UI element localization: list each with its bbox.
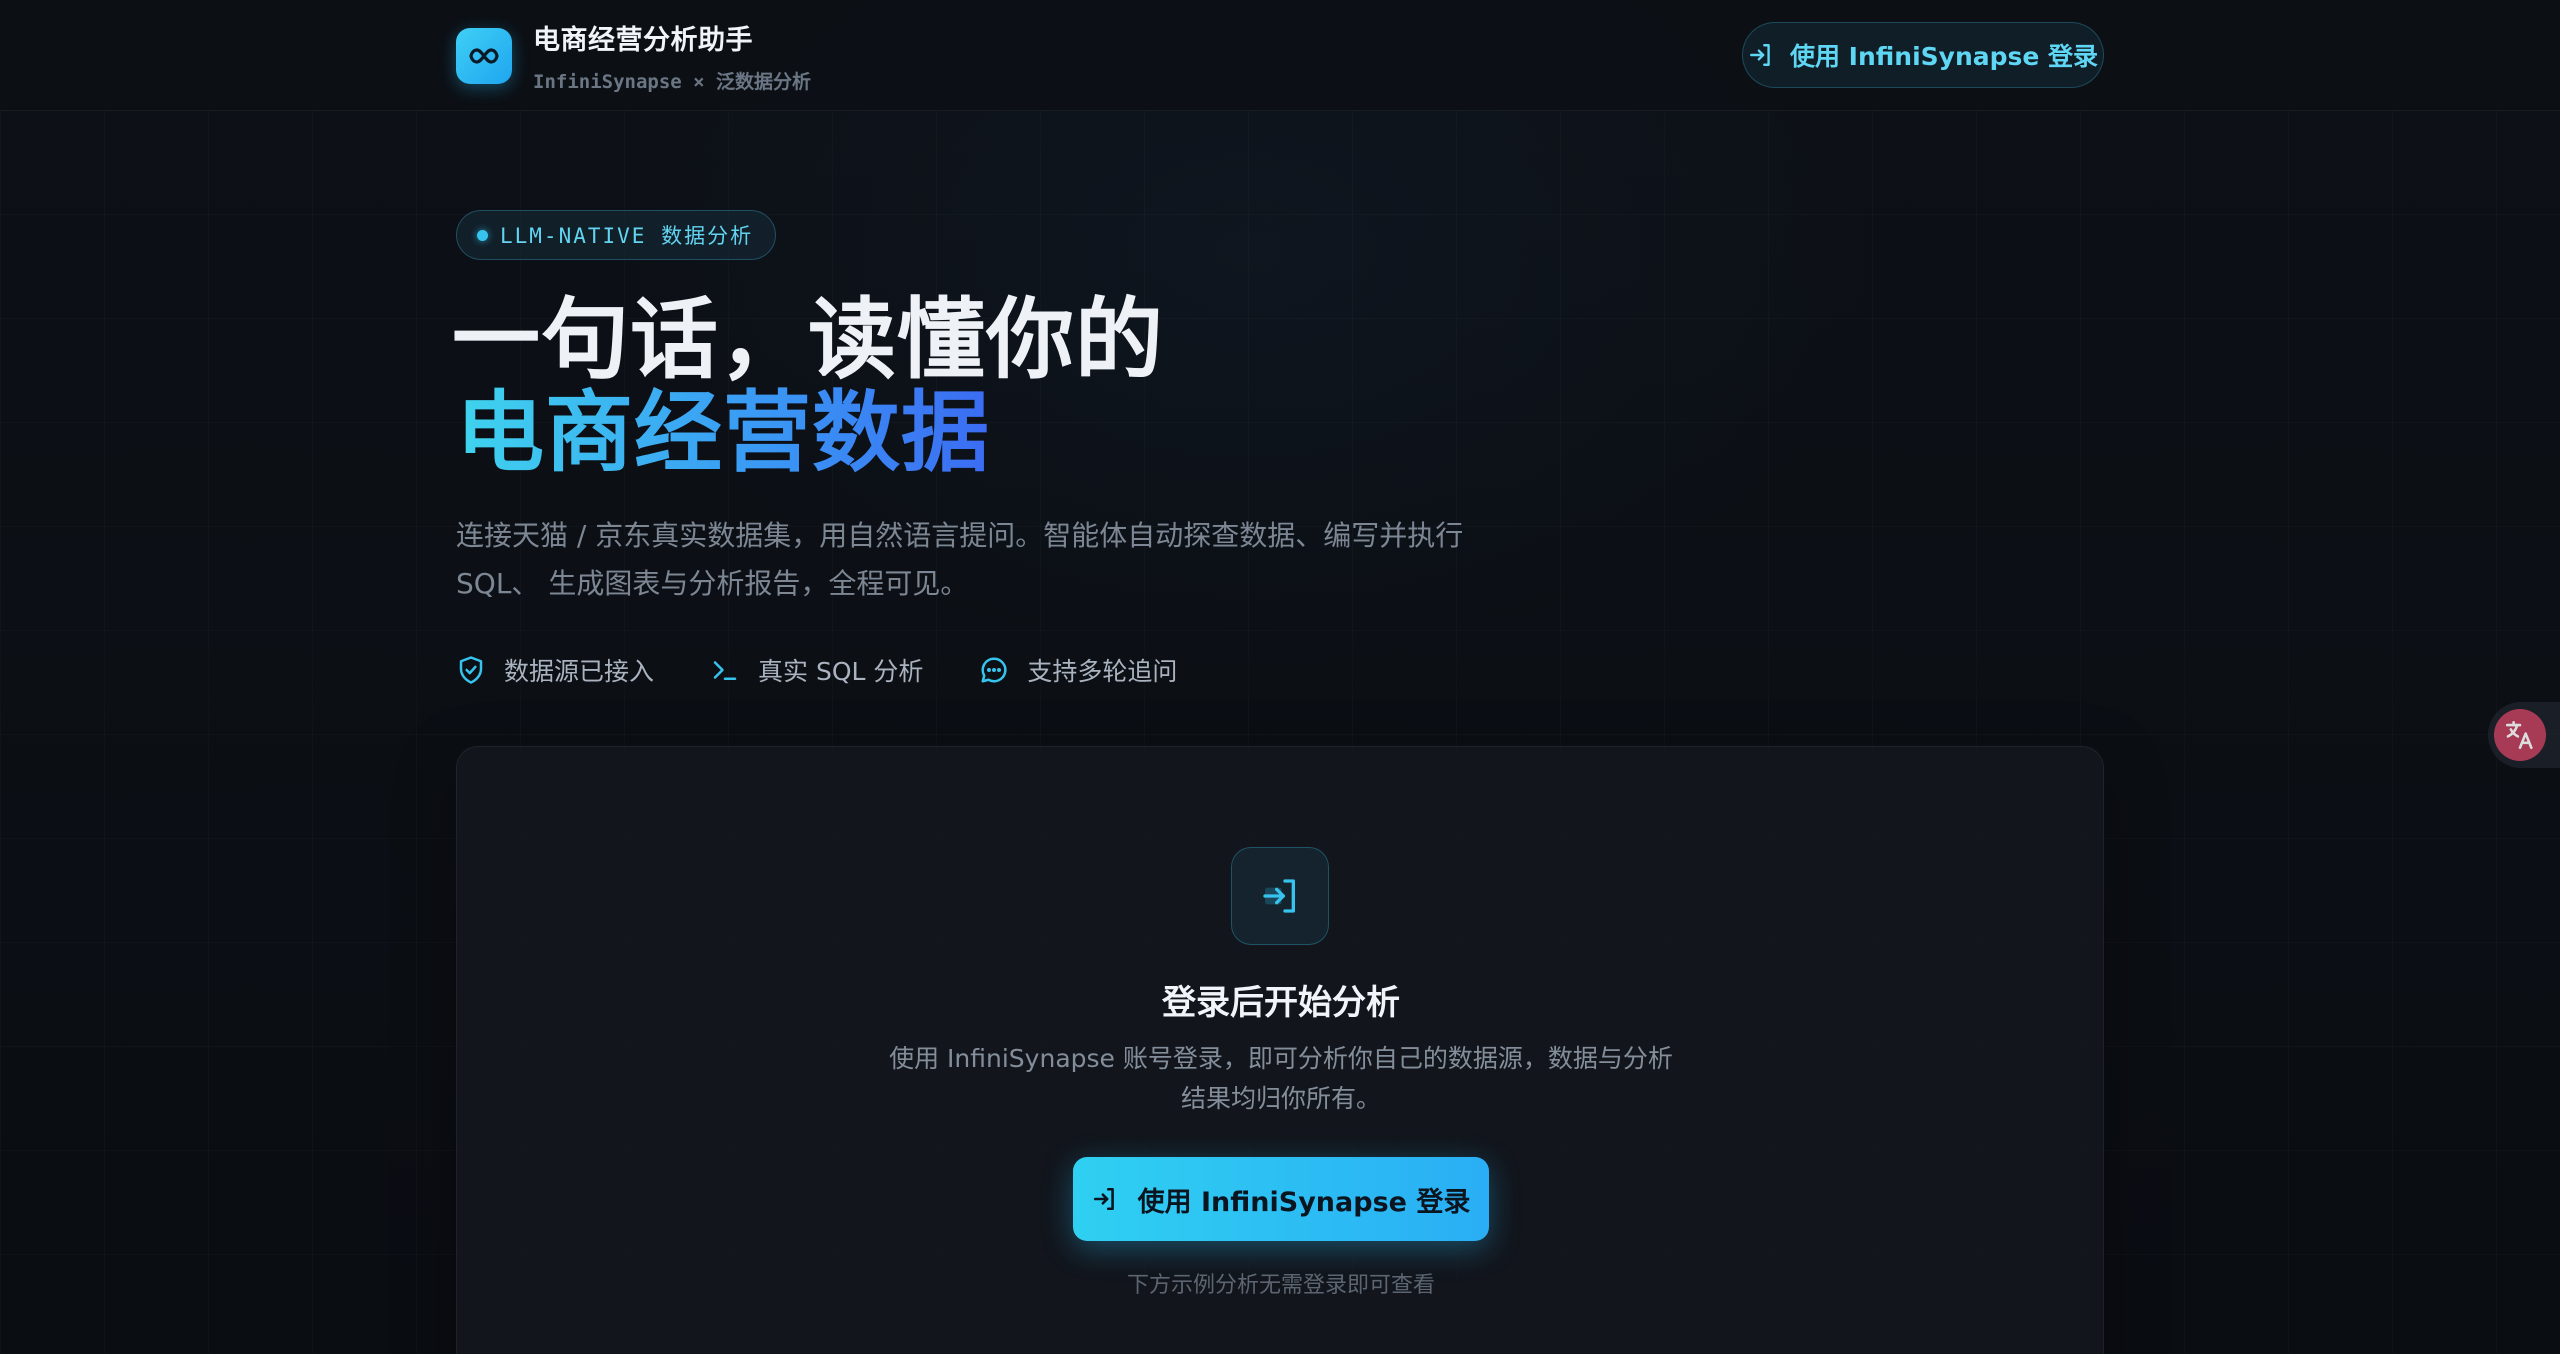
header-login-button[interactable]: 使用 InfiniSynapse 登录 (1742, 22, 2104, 88)
card-title: 登录后开始分析 (1162, 983, 1400, 1023)
feature-item-sql: 真实 SQL 分析 (710, 652, 923, 688)
hero-title-line1: 一句话，读懂你的 (452, 288, 1165, 391)
card-login-button[interactable]: 使用 InfiniSynapse 登录 (1073, 1157, 1489, 1241)
translate-widget[interactable] (2488, 702, 2560, 768)
login-card: 登录后开始分析 使用 InfiniSynapse 账号登录，即可分析你自己的数据… (456, 746, 2104, 1354)
card-login-label: 使用 InfiniSynapse 登录 (1137, 1186, 1471, 1218)
shield-check-icon (459, 656, 483, 684)
feature-list: 数据源已接入 真实 SQL 分析 支持多轮追问 (456, 652, 1177, 688)
login-icon (1749, 44, 1770, 66)
infinity-icon (469, 48, 499, 64)
chat-bubble-icon (981, 657, 1007, 683)
hero-title-line2: 电商经营数据 (456, 381, 991, 484)
terminal-icon (713, 661, 737, 680)
feature-label: 真实 SQL 分析 (758, 657, 924, 686)
login-icon (1093, 1187, 1114, 1211)
hero-description: 连接天猫 / 京东真实数据集，用自然语言提问。智能体自动探查数据、编写并执行 S… (456, 519, 1464, 600)
feature-item-datasource: 数据源已接入 (456, 652, 654, 688)
app-title: 电商经营分析助手 (533, 25, 753, 56)
badge-label: LLM-NATIVE 数据分析 (500, 224, 754, 248)
header-login-label: 使用 InfiniSynapse 登录 (1789, 42, 2099, 71)
feature-label: 支持多轮追问 (1027, 657, 1178, 686)
app-logo[interactable] (456, 28, 512, 84)
hero-badge: LLM-NATIVE 数据分析 (456, 210, 777, 260)
badge-dot-icon (477, 229, 488, 241)
translate-icon (2505, 720, 2533, 750)
top-header: 电商经营分析助手 InfiniSynapse × 泛数据分析 使用 Infini… (0, 0, 2560, 111)
feature-label: 数据源已接入 (504, 657, 655, 686)
card-description: 使用 InfiniSynapse 账号登录，即可分析你自己的数据源，数据与分析结… (889, 1044, 1673, 1113)
card-icon-box (1231, 847, 1329, 945)
feature-item-followup: 支持多轮追问 (979, 652, 1177, 688)
login-icon (1263, 879, 1295, 913)
translate-button[interactable] (2494, 709, 2546, 761)
page: 电商经营分析助手 InfiniSynapse × 泛数据分析 使用 Infini… (0, 0, 2560, 1354)
card-hint: 下方示例分析无需登录即可查看 (1126, 1273, 1435, 1298)
app-subtitle: InfiniSynapse × 泛数据分析 (533, 71, 812, 93)
